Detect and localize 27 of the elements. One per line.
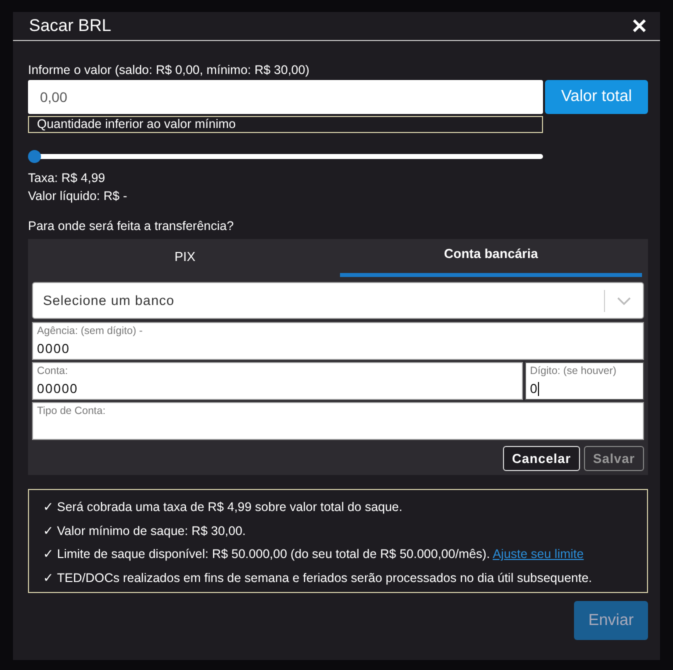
amount-slider[interactable] <box>28 150 543 163</box>
note-text: Valor mínimo de saque: R$ 30,00. <box>57 522 246 540</box>
dialog-title: Sacar BRL <box>29 16 112 36</box>
input-field[interactable]: Dígito: (se houver) 0 <box>525 362 644 400</box>
net-value-text: Valor líquido: R$ - <box>28 188 128 205</box>
destination-question: Para onde será feita a transferência? <box>28 219 235 233</box>
note-text: TED/DOCs realizados em fins de semana e feriados serão processados no dia útil subsequente. <box>57 570 592 587</box>
form-button[interactable]: Cancelar <box>503 446 580 471</box>
amount-label: Informe o valor (saldo: R$ 0,00, mínimo: R$ 30,00) <box>28 63 310 77</box>
chevron-down-icon <box>617 296 631 304</box>
input-field[interactable]: Conta: 00000 <box>32 362 523 400</box>
close-button[interactable]: ✕ <box>627 14 652 38</box>
tab[interactable]: Conta bancária <box>340 239 642 277</box>
error-message: Quantidade inferior ao valor mínimo <box>28 116 543 133</box>
tab[interactable]: PIX <box>34 239 336 277</box>
note-text: Limite de saque disponível: R$ 50.000,00 (do seu total de R$ 50.000,00/mês). Ajuste seu limite <box>57 546 584 563</box>
fee-text: Taxa: R$ 4,99 <box>28 170 106 187</box>
note-text: Será cobrada uma taxa de R$ 4,99 sobre valor total do saque. <box>57 499 402 516</box>
check-mark: ✓ <box>43 570 54 586</box>
input-field[interactable]: Agência: (sem dígito) - 0000 <box>32 322 644 360</box>
check-mark: ✓ <box>43 522 54 540</box>
check-mark: ✓ <box>43 499 54 516</box>
check-mark: ✓ <box>43 546 54 563</box>
input-field[interactable]: Tipo de Conta: <box>32 402 644 440</box>
adjust-limit-link[interactable]: Ajuste seu limite <box>492 547 584 561</box>
amount-field[interactable]: 0,00 <box>28 80 543 114</box>
bank-select[interactable]: Selecione um banco <box>32 282 644 319</box>
